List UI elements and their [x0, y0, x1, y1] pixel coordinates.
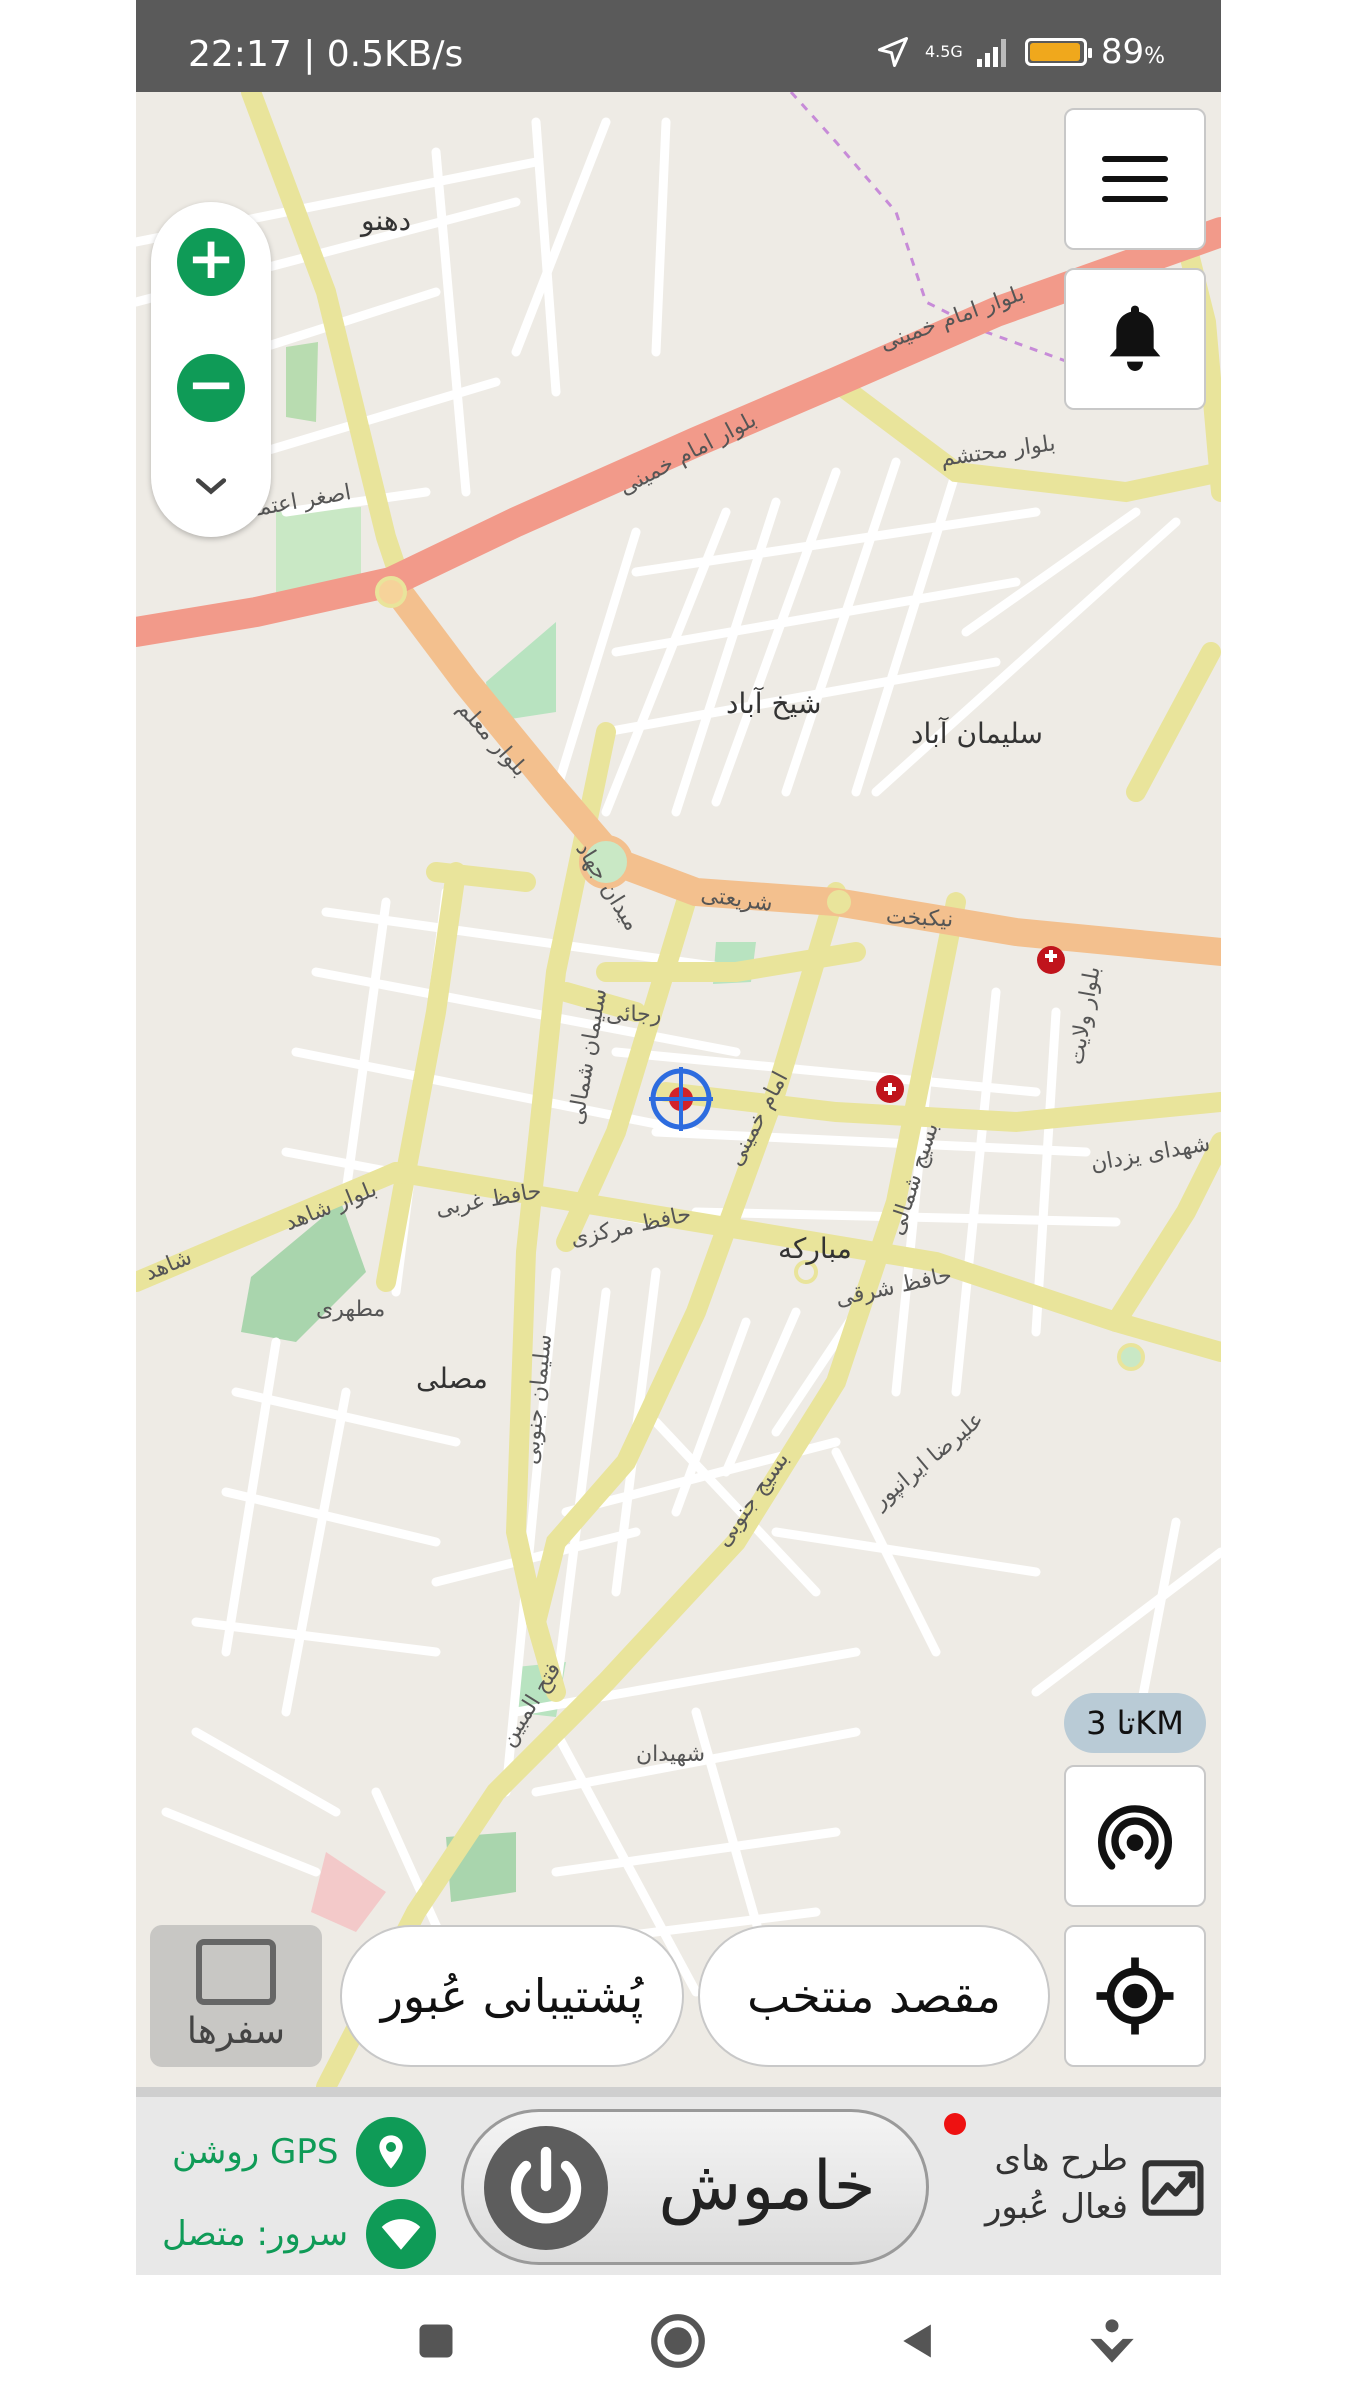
power-icon	[484, 2126, 608, 2250]
zoom-in-button[interactable]: +	[177, 228, 245, 296]
crosshair-location-icon	[1096, 1957, 1174, 2035]
square-recent-icon[interactable]	[406, 2311, 466, 2371]
active-plans-label-line1: طرح های	[994, 2139, 1128, 2179]
trips-button[interactable]: سفرها	[150, 1925, 322, 2067]
bottom-panel: روشن GPS سرور: متصل خاموش طرح های فعال ع…	[136, 2087, 1221, 2275]
battery-icon	[1024, 38, 1092, 66]
map-label: مبارکه	[778, 1232, 852, 1265]
status-bar: 22:17 | 0.5KB/s 4.5G 89%	[136, 0, 1221, 92]
circle-home-icon[interactable]	[648, 2311, 708, 2371]
selected-destination-button[interactable]: مقصد منتخب	[698, 1925, 1050, 2067]
gps-status-label: روشن GPS	[172, 2132, 339, 2172]
broadcast-signal-icon	[1098, 1805, 1172, 1870]
notifications-button[interactable]	[1064, 268, 1206, 410]
wifi-icon	[366, 2199, 437, 2269]
map-label: مصلی	[416, 1362, 488, 1395]
battery-percent: 89%	[1101, 32, 1165, 72]
map-label: دهنو	[361, 204, 412, 237]
assistant-icon[interactable]	[1082, 2311, 1142, 2371]
battery-symbol: %	[1144, 44, 1165, 69]
hamburger-menu-icon	[1102, 156, 1168, 202]
map-label: مطهری	[316, 1297, 386, 1322]
trips-label: سفرها	[186, 2011, 286, 2052]
map-canvas	[136, 92, 1221, 2087]
power-toggle-button[interactable]: خاموش	[461, 2109, 929, 2265]
map-label: سلیمان آباد	[911, 717, 1043, 750]
active-plans-button[interactable]: طرح های فعال عُبور	[944, 2107, 1214, 2267]
power-state-label: خاموش	[658, 2147, 876, 2226]
hospital-marker-icon	[876, 1075, 904, 1103]
signal-bars-icon	[976, 39, 1006, 67]
crossing-support-button[interactable]: پُشتیبانی عُبور	[340, 1925, 684, 2067]
status-time: 22:17 | 0.5KB/s	[188, 34, 464, 75]
location-arrow-icon	[877, 37, 908, 67]
battery-value: 89	[1100, 32, 1145, 72]
hospital-marker-icon	[1037, 946, 1065, 974]
bell-icon	[1109, 305, 1161, 371]
gps-status: روشن GPS	[172, 2117, 427, 2187]
zoom-out-button[interactable]: −	[177, 354, 245, 422]
server-status-label: سرور: متصل	[162, 2214, 349, 2254]
active-plans-label-line2: فعال عُبور	[984, 2187, 1128, 2227]
map-pin-icon	[356, 2117, 427, 2187]
phone-screen: 22:17 | 0.5KB/s 4.5G 89% دهنو بلوار امام…	[136, 0, 1221, 2400]
my-location-button[interactable]	[1064, 1925, 1206, 2067]
chevron-down-icon[interactable]	[189, 464, 233, 508]
network-type: 4.5G	[924, 42, 963, 61]
menu-button[interactable]	[1064, 108, 1206, 250]
zoom-control: + −	[151, 202, 271, 537]
map-label: نیکبخت	[885, 904, 954, 933]
server-status: سرور: متصل	[162, 2199, 437, 2269]
triangle-back-icon[interactable]	[888, 2311, 948, 2371]
chart-icon	[1142, 2160, 1204, 2216]
range-badge: تا 3KM	[1064, 1693, 1206, 1753]
map-label: شیخ آباد	[726, 687, 822, 720]
map-label: رجائی	[606, 1002, 662, 1027]
navigation-bar	[136, 2275, 1221, 2400]
map-view[interactable]: دهنو بلوار امام خمینی بلوار امام خمینی ب…	[136, 92, 1221, 2087]
notification-dot	[944, 2113, 966, 2135]
trips-icon	[196, 1939, 276, 2005]
status-icons: 4.5G 89%	[875, 32, 1165, 72]
active-plans-label: طرح های فعال عُبور	[958, 2135, 1128, 2231]
broadcast-button[interactable]	[1064, 1765, 1206, 1907]
map-label: شهیدان	[636, 1742, 706, 1767]
